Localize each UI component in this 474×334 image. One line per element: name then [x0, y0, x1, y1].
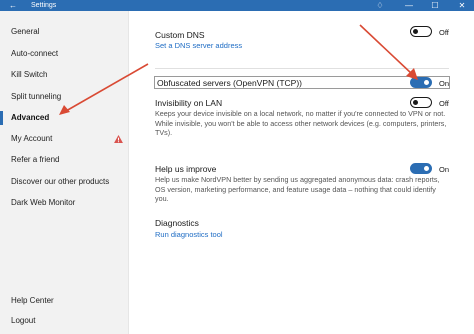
help-improve-toggle[interactable]: [410, 163, 432, 174]
sidebar-item-auto-connect[interactable]: Auto-connect: [0, 44, 129, 64]
toggle-knob: [413, 99, 418, 105]
sidebar-item-advanced[interactable]: Advanced: [0, 108, 129, 128]
notification-icon[interactable]: ♢: [373, 0, 387, 11]
settings-panel: Custom DNS Set a DNS server address Off …: [130, 11, 474, 334]
back-arrow-icon[interactable]: ←: [9, 0, 17, 11]
title-bar: ← Settings ♢ — ☐ ✕: [0, 0, 474, 11]
toggle-knob: [424, 165, 429, 171]
sidebar-item-my-account[interactable]: My Account: [0, 129, 129, 149]
set-dns-link[interactable]: Set a DNS server address: [155, 41, 242, 50]
custom-dns-title: Custom DNS: [155, 30, 205, 40]
divider: [155, 68, 449, 69]
window-title: Settings: [31, 2, 57, 9]
obfuscated-servers-toggle[interactable]: [410, 77, 432, 88]
maximize-icon[interactable]: ☐: [428, 0, 442, 11]
sidebar-item-logout[interactable]: Logout: [0, 311, 129, 331]
help-improve-description: Help us make NordVPN better by sending u…: [155, 175, 440, 203]
toggle-knob: [413, 28, 418, 34]
invisibility-lan-state: Off: [439, 99, 449, 108]
invisibility-lan-description: Keeps your device invisible on a local n…: [155, 109, 447, 137]
custom-dns-state: Off: [439, 28, 449, 37]
sidebar-item-discover-products[interactable]: Discover our other products: [0, 172, 129, 192]
close-icon[interactable]: ✕: [455, 0, 469, 11]
obfuscated-servers-state: On: [439, 79, 450, 88]
obfuscated-servers-title: Obfuscated servers (OpenVPN (TCP)): [157, 78, 303, 88]
help-improve-title: Help us improve: [155, 164, 217, 174]
sidebar: General Auto-connect Kill Switch Split t…: [0, 11, 129, 334]
minimize-icon[interactable]: —: [402, 0, 416, 11]
sidebar-item-dark-web-monitor[interactable]: Dark Web Monitor: [0, 193, 129, 213]
sidebar-item-split-tunneling[interactable]: Split tunneling: [0, 87, 129, 107]
invisibility-lan-title: Invisibility on LAN: [155, 98, 223, 108]
sidebar-item-label: My Account: [11, 134, 53, 143]
sidebar-item-help-center[interactable]: Help Center: [0, 291, 129, 311]
diagnostics-title: Diagnostics: [155, 218, 199, 228]
toggle-knob: [424, 79, 429, 85]
warning-icon: [114, 135, 123, 143]
run-diagnostics-link[interactable]: Run diagnostics tool: [155, 230, 223, 239]
sidebar-item-general[interactable]: General: [0, 22, 129, 42]
help-improve-state: On: [439, 165, 450, 174]
custom-dns-toggle[interactable]: [410, 26, 432, 37]
sidebar-item-kill-switch[interactable]: Kill Switch: [0, 65, 129, 85]
sidebar-item-refer-a-friend[interactable]: Refer a friend: [0, 150, 129, 170]
invisibility-lan-toggle[interactable]: [410, 97, 432, 108]
